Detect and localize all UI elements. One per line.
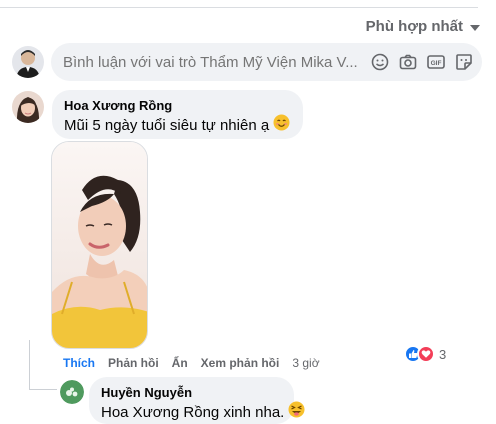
reaction-count: 3 xyxy=(439,346,447,362)
camera-icon[interactable] xyxy=(398,52,418,72)
comment-actions: Thích Phản hồi Ẩn Xem phản hồi 3 giờ xyxy=(63,356,320,370)
avatar[interactable] xyxy=(12,91,44,123)
comment-box: GIF xyxy=(51,43,482,81)
sort-dropdown[interactable]: Phù hợp nhất xyxy=(366,18,480,35)
divider xyxy=(0,7,478,8)
comment-author[interactable]: Huyền Nguyễn xyxy=(101,385,282,401)
like-button[interactable]: Thích xyxy=(63,356,95,370)
comment-composer: GIF xyxy=(12,43,482,81)
comment-bubble: Hoa Xương Rồng Mũi 5 ngày tuổi siêu tự n… xyxy=(52,90,303,139)
comment-photo[interactable] xyxy=(51,141,148,349)
svg-text:GIF: GIF xyxy=(431,60,442,67)
reply-button[interactable]: Phản hồi xyxy=(108,356,159,370)
sort-label: Phù hợp nhất xyxy=(365,18,463,35)
sticker-icon[interactable] xyxy=(454,52,474,72)
comment-text-row: Mũi 5 ngày tuổi siêu tự nhiên ạ xyxy=(64,114,291,137)
comment-text: Mũi 5 ngày tuổi siêu tự nhiên ạ xyxy=(64,116,270,134)
composer-icons: GIF xyxy=(370,52,474,72)
comment-text-row: Hoa Xương Rồng xinh nha. xyxy=(101,401,305,424)
comment-input[interactable] xyxy=(63,53,364,71)
comment-timestamp[interactable]: 3 giờ xyxy=(292,356,319,370)
avatar[interactable] xyxy=(60,380,84,404)
caret-down-icon xyxy=(470,24,480,31)
smiley-icon[interactable] xyxy=(370,52,390,72)
tongue-emoji-icon xyxy=(288,401,305,424)
comment-author[interactable]: Hoa Xương Rồng xyxy=(64,98,291,114)
comment-text: Hoa Xương Rồng xinh nha. xyxy=(101,403,285,421)
thread-line xyxy=(29,340,30,390)
view-replies-button[interactable]: Xem phản hồi xyxy=(201,356,280,370)
comment-bubble: Huyền Nguyễn Hoa Xương Rồng xinh nha. xyxy=(89,377,305,424)
smiling-emoji-icon xyxy=(273,114,290,137)
reaction-summary[interactable]: 3 xyxy=(404,345,446,363)
thread-line xyxy=(29,389,57,390)
love-reaction-icon xyxy=(417,345,435,363)
page-avatar[interactable] xyxy=(12,46,44,78)
gif-icon[interactable]: GIF xyxy=(426,52,446,72)
hide-button[interactable]: Ẩn xyxy=(172,356,188,370)
